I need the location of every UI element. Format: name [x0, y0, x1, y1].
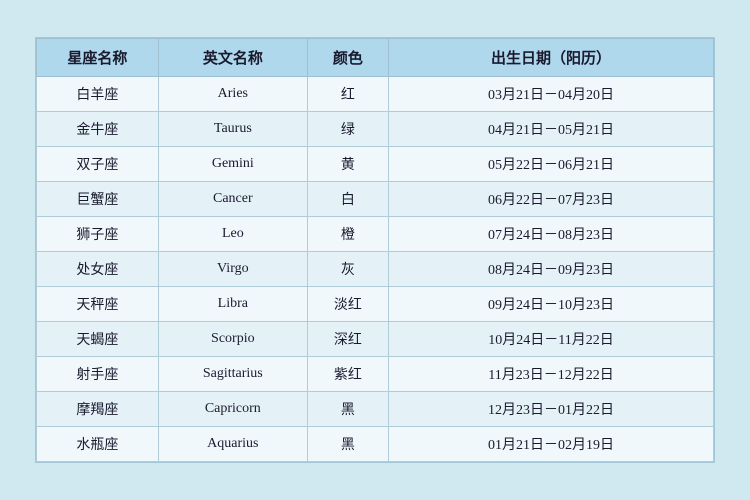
cell-cn: 射手座: [37, 357, 159, 392]
cell-en: Sagittarius: [158, 357, 307, 392]
table-row: 白羊座Aries红03月21日－04月20日: [37, 77, 714, 112]
cell-date: 01月21日－02月19日: [389, 427, 714, 462]
cell-color: 红: [307, 77, 388, 112]
cell-date: 04月21日－05月21日: [389, 112, 714, 147]
cell-date: 08月24日－09月23日: [389, 252, 714, 287]
header-color: 颜色: [307, 39, 388, 77]
cell-color: 白: [307, 182, 388, 217]
cell-cn: 摩羯座: [37, 392, 159, 427]
cell-en: Cancer: [158, 182, 307, 217]
cell-color: 灰: [307, 252, 388, 287]
table-row: 巨蟹座Cancer白06月22日－07月23日: [37, 182, 714, 217]
cell-date: 11月23日－12月22日: [389, 357, 714, 392]
cell-date: 09月24日－10月23日: [389, 287, 714, 322]
header-date: 出生日期（阳历）: [389, 39, 714, 77]
cell-cn: 天蝎座: [37, 322, 159, 357]
header-en: 英文名称: [158, 39, 307, 77]
cell-color: 深红: [307, 322, 388, 357]
cell-en: Taurus: [158, 112, 307, 147]
cell-en: Leo: [158, 217, 307, 252]
cell-date: 07月24日－08月23日: [389, 217, 714, 252]
zodiac-table: 星座名称 英文名称 颜色 出生日期（阳历） 白羊座Aries红03月21日－04…: [36, 38, 714, 462]
cell-en: Virgo: [158, 252, 307, 287]
cell-date: 06月22日－07月23日: [389, 182, 714, 217]
cell-color: 橙: [307, 217, 388, 252]
table-row: 摩羯座Capricorn黑12月23日－01月22日: [37, 392, 714, 427]
cell-color: 紫红: [307, 357, 388, 392]
cell-en: Aries: [158, 77, 307, 112]
cell-date: 03月21日－04月20日: [389, 77, 714, 112]
table-row: 射手座Sagittarius紫红11月23日－12月22日: [37, 357, 714, 392]
cell-color: 黑: [307, 427, 388, 462]
cell-cn: 白羊座: [37, 77, 159, 112]
table-row: 水瓶座Aquarius黑01月21日－02月19日: [37, 427, 714, 462]
zodiac-table-container: 星座名称 英文名称 颜色 出生日期（阳历） 白羊座Aries红03月21日－04…: [35, 37, 715, 463]
cell-color: 黄: [307, 147, 388, 182]
cell-cn: 狮子座: [37, 217, 159, 252]
cell-cn: 金牛座: [37, 112, 159, 147]
cell-date: 12月23日－01月22日: [389, 392, 714, 427]
table-row: 狮子座Leo橙07月24日－08月23日: [37, 217, 714, 252]
cell-en: Scorpio: [158, 322, 307, 357]
table-row: 天秤座Libra淡红09月24日－10月23日: [37, 287, 714, 322]
cell-en: Aquarius: [158, 427, 307, 462]
table-row: 金牛座Taurus绿04月21日－05月21日: [37, 112, 714, 147]
table-body: 白羊座Aries红03月21日－04月20日金牛座Taurus绿04月21日－0…: [37, 77, 714, 462]
cell-color: 绿: [307, 112, 388, 147]
cell-cn: 天秤座: [37, 287, 159, 322]
cell-color: 黑: [307, 392, 388, 427]
cell-cn: 双子座: [37, 147, 159, 182]
table-header-row: 星座名称 英文名称 颜色 出生日期（阳历）: [37, 39, 714, 77]
cell-cn: 处女座: [37, 252, 159, 287]
cell-en: Gemini: [158, 147, 307, 182]
cell-date: 10月24日－11月22日: [389, 322, 714, 357]
cell-date: 05月22日－06月21日: [389, 147, 714, 182]
cell-cn: 巨蟹座: [37, 182, 159, 217]
cell-cn: 水瓶座: [37, 427, 159, 462]
table-row: 双子座Gemini黄05月22日－06月21日: [37, 147, 714, 182]
cell-en: Libra: [158, 287, 307, 322]
table-row: 处女座Virgo灰08月24日－09月23日: [37, 252, 714, 287]
table-row: 天蝎座Scorpio深红10月24日－11月22日: [37, 322, 714, 357]
cell-en: Capricorn: [158, 392, 307, 427]
cell-color: 淡红: [307, 287, 388, 322]
header-cn: 星座名称: [37, 39, 159, 77]
